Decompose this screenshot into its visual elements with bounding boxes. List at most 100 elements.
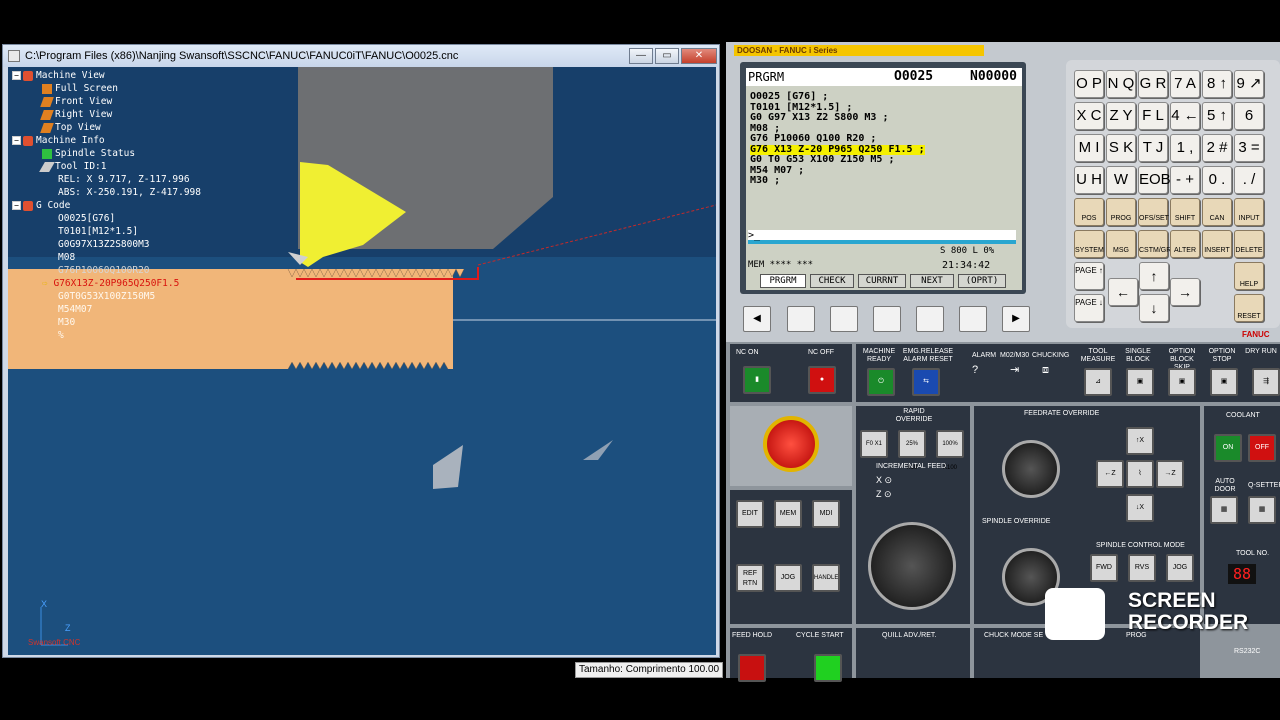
emg-release-button[interactable]: ⇆ [912, 368, 940, 396]
mode-edit-button[interactable]: EDIT [736, 500, 764, 528]
emergency-stop-button[interactable] [763, 416, 819, 472]
spindle-fwd-button[interactable]: FWD [1090, 554, 1118, 582]
function-key[interactable]: SHIFT [1170, 198, 1200, 226]
function-key[interactable]: POS [1074, 198, 1104, 226]
mdi-key[interactable]: 5 ↑ [1202, 102, 1232, 130]
coolant-on-button[interactable]: ON [1214, 434, 1242, 462]
mdi-key[interactable]: 7 A [1170, 70, 1200, 98]
cursor-left-key[interactable]: ← [1108, 278, 1138, 306]
jog-z-minus-button[interactable]: ←Z [1096, 460, 1124, 488]
softkey-check[interactable]: CHECK [810, 274, 854, 288]
mdi-key[interactable]: 1 , [1170, 134, 1200, 162]
collapse-icon[interactable]: − [12, 71, 21, 80]
mode-mdi-button[interactable]: MDI [812, 500, 840, 528]
function-key[interactable]: DELETE [1234, 230, 1264, 258]
tree-full-screen[interactable]: Full Screen [42, 82, 118, 95]
softkey-blank-5[interactable] [959, 306, 987, 332]
feed-hold-button[interactable] [738, 654, 766, 682]
axis-x-select[interactable]: X ⊙ [876, 476, 892, 485]
jog-z-plus-button[interactable]: →Z [1156, 460, 1184, 488]
gcode-line[interactable]: T0101[M12*1.5] [58, 225, 138, 238]
mdi-key[interactable]: F L [1138, 102, 1168, 130]
maximize-button[interactable]: ▭ [655, 48, 679, 64]
input-line[interactable]: >_ [748, 230, 1016, 244]
softkey-left-arrow[interactable]: ◀ [743, 306, 771, 332]
nc-off-button[interactable]: ● [808, 366, 836, 394]
mdi-key[interactable]: S K [1106, 134, 1136, 162]
page-down-key[interactable]: PAGE ↓ [1074, 294, 1104, 322]
minimize-button[interactable]: — [629, 48, 653, 64]
function-key[interactable]: ALTER [1170, 230, 1200, 258]
reset-key[interactable]: RESET [1234, 294, 1264, 322]
rapid-f0-button[interactable]: F0 X1 [860, 430, 888, 458]
softkey-prgrm[interactable]: PRGRM [760, 274, 806, 288]
cursor-down-key[interactable]: ↓ [1139, 294, 1169, 322]
gcode-line[interactable]: G0T0G53X100Z150M5 [58, 290, 155, 303]
option-stop-button[interactable]: ▣ [1210, 368, 1238, 396]
rapid-100-button[interactable]: 100% X100 [936, 430, 964, 471]
mdi-key[interactable]: Z Y [1106, 102, 1136, 130]
handwheel-dial[interactable] [868, 522, 956, 610]
gcode-line[interactable]: M30 [58, 316, 75, 329]
function-key[interactable]: OFS/SET [1138, 198, 1169, 226]
nc-on-button[interactable]: ▮ [743, 366, 771, 394]
softkey-oprt[interactable]: (OPRT) [958, 274, 1006, 288]
mode-mem-button[interactable]: MEM [774, 500, 802, 528]
mdi-key[interactable]: O P [1074, 70, 1104, 98]
softkey-blank-2[interactable] [830, 306, 858, 332]
tree-top-view[interactable]: Top View [40, 121, 101, 134]
softkey-blank-3[interactable] [873, 306, 901, 332]
machine-3d-viewport[interactable]: X Z Swansoft CNC − Machine View Full Scre… [8, 67, 716, 655]
function-key[interactable]: PROG [1106, 198, 1136, 226]
cursor-up-key[interactable]: ↑ [1139, 262, 1169, 290]
mdi-key[interactable]: T J [1138, 134, 1168, 162]
rapid-traverse-button[interactable]: ⌇ [1126, 460, 1154, 488]
mdi-key[interactable]: 9 ↗ [1234, 70, 1264, 98]
function-key[interactable]: CAN [1202, 198, 1232, 226]
gcode-line[interactable]: M54M07 [58, 303, 92, 316]
dry-run-button[interactable]: ⇶ [1252, 368, 1280, 396]
axis-z-select[interactable]: Z ⊙ [876, 490, 892, 499]
gcode-line-active[interactable]: ⇨ G76X13Z-20P965Q250F1.5 [42, 277, 179, 290]
gcode-line[interactable]: % [58, 329, 64, 342]
tree-spindle-status[interactable]: Spindle Status [42, 147, 135, 160]
option-skip-button[interactable]: ▣ [1168, 368, 1196, 396]
tree-right-view[interactable]: Right View [40, 108, 112, 121]
jog-x-plus-button[interactable]: ↑X [1126, 427, 1154, 455]
feedrate-override-knob[interactable] [1002, 440, 1060, 498]
tree-g-code[interactable]: − G Code [12, 199, 70, 212]
mdi-key[interactable]: 4 ← [1170, 102, 1200, 130]
gcode-line[interactable]: G76P10060Q100R20 [58, 264, 150, 277]
mdi-key[interactable]: 0 . [1202, 166, 1232, 194]
page-up-key[interactable]: PAGE ↑ [1074, 262, 1104, 290]
function-key[interactable]: CSTM/GR [1138, 230, 1171, 258]
softkey-right-arrow[interactable]: ▶ [1002, 306, 1030, 332]
mdi-key[interactable]: EOB E [1138, 166, 1171, 214]
tool-measure-button[interactable]: ⊿ [1084, 368, 1112, 396]
function-key[interactable]: INSERT [1202, 230, 1232, 258]
auto-door-button[interactable]: ▦ [1210, 496, 1238, 524]
mdi-key[interactable]: 6 SP [1234, 102, 1264, 150]
softkey-currnt[interactable]: CURRNT [858, 274, 906, 288]
tree-machine-info[interactable]: − Machine Info [12, 134, 105, 147]
gcode-line[interactable]: O0025[G76] [58, 212, 115, 225]
mdi-key[interactable]: U H [1074, 166, 1104, 194]
collapse-icon[interactable]: − [12, 201, 21, 210]
mode-jog-button[interactable]: JOG [774, 564, 802, 592]
mode-ref-rtn-button[interactable]: REF RTN [736, 564, 764, 592]
softkey-blank-1[interactable] [787, 306, 815, 332]
help-key[interactable]: HELP [1234, 262, 1264, 290]
collapse-icon[interactable]: − [12, 136, 21, 145]
jog-x-minus-button[interactable]: ↓X [1126, 494, 1154, 522]
mdi-key[interactable]: . / [1234, 166, 1264, 194]
mdi-key[interactable]: 2 # [1202, 134, 1232, 162]
function-key[interactable]: SYSTEM [1074, 230, 1104, 258]
softkey-next[interactable]: NEXT [910, 274, 954, 288]
softkey-blank-4[interactable] [916, 306, 944, 332]
mdi-key[interactable]: M I [1074, 134, 1104, 162]
tree-front-view[interactable]: Front View [40, 95, 112, 108]
cursor-right-key[interactable]: → [1170, 278, 1200, 306]
mdi-key[interactable]: G R [1138, 70, 1168, 98]
mdi-key[interactable]: X C [1074, 102, 1104, 130]
function-key[interactable]: INPUT [1234, 198, 1264, 226]
